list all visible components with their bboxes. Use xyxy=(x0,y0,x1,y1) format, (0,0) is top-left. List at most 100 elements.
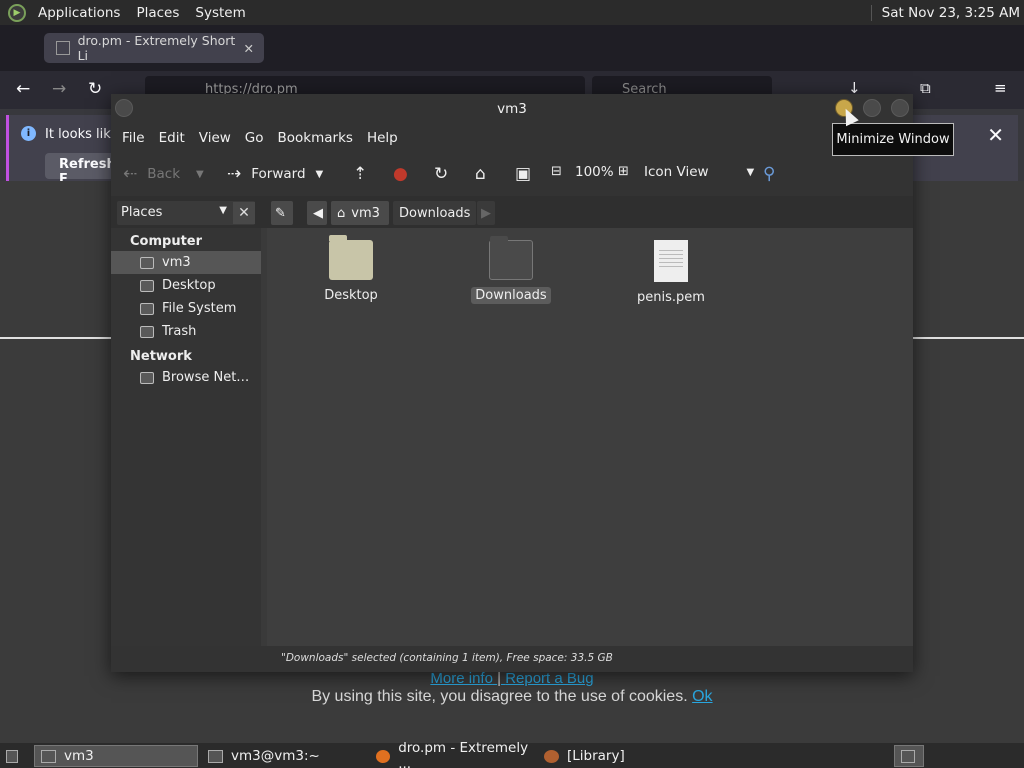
file-item-desktop[interactable]: Desktop xyxy=(306,235,396,303)
chevron-down-icon: ▼ xyxy=(746,166,755,178)
home-button[interactable]: ⌂ xyxy=(475,164,496,184)
menu-go[interactable]: Go xyxy=(238,130,271,146)
edit-location-button[interactable]: ✎ xyxy=(271,201,293,225)
notification-close-icon[interactable]: ✕ xyxy=(987,123,1004,147)
forward-arrow-icon: ⇢ xyxy=(227,164,242,184)
file-item-penis-pem[interactable]: penis.pem xyxy=(626,240,716,305)
desktop-folder-icon xyxy=(140,279,154,292)
sidebar-item-file-system[interactable]: File System xyxy=(111,297,261,320)
reload-icon[interactable]: ↻ xyxy=(88,79,102,99)
maximize-button[interactable] xyxy=(863,99,881,117)
zoom-in-icon: ⊞ xyxy=(618,164,629,179)
task-vm3[interactable]: vm3 xyxy=(34,745,198,767)
top-panel: ▶ Applications Places System Sat Nov 23,… xyxy=(0,0,1024,25)
places-menu[interactable]: Places xyxy=(128,5,187,21)
menu-edit[interactable]: Edit xyxy=(152,130,192,146)
network-icon xyxy=(140,371,154,384)
up-arrow-icon: ⇡ xyxy=(353,164,368,184)
distro-logo-icon[interactable]: ▶ xyxy=(8,3,26,22)
path-scroll-right-button[interactable]: ▶ xyxy=(477,201,495,225)
menu-file[interactable]: File xyxy=(115,130,152,146)
back-arrow-icon: ⇠ xyxy=(123,164,138,184)
file-item-downloads[interactable]: Downloads xyxy=(466,236,556,304)
workspace-icon xyxy=(901,749,915,763)
browser-tab[interactable]: dro.pm - Extremely Short Li ✕ xyxy=(44,33,264,63)
report-bug-link[interactable]: Report a Bug xyxy=(505,670,593,687)
back-button[interactable]: ⇠ Back ▼ xyxy=(123,164,204,184)
task-firefox[interactable]: dro.pm - Extremely ... xyxy=(370,740,536,768)
firefox-icon xyxy=(376,749,391,763)
zoom-out-button[interactable]: ⊟ xyxy=(551,164,572,179)
browser-tabbar: dro.pm - Extremely Short Li ✕ xyxy=(0,25,1024,71)
up-button[interactable]: ⇡ xyxy=(353,164,377,184)
menu-bar: File Edit View Go Bookmarks Help xyxy=(111,124,913,152)
computer-button[interactable]: ▣ xyxy=(515,164,541,184)
search-button[interactable]: ⚲ xyxy=(763,164,785,184)
view-mode-select[interactable]: Icon View ▼ xyxy=(644,164,754,180)
system-menu[interactable]: System xyxy=(187,5,253,21)
home-folder-icon: ⌂ xyxy=(475,164,486,184)
sidebar-item-browse-network[interactable]: Browse Net… xyxy=(111,366,261,389)
stop-button[interactable]: ● xyxy=(393,164,418,184)
file-manager-window: vm3 File Edit View Go Bookmarks Help ⇠ B… xyxy=(111,94,913,672)
menu-help[interactable]: Help xyxy=(360,130,405,146)
zoom-in-button[interactable]: ⊞ xyxy=(618,164,639,179)
hamburger-menu-icon[interactable]: ≡ xyxy=(994,79,1007,97)
cookie-ok-link[interactable]: Ok xyxy=(692,688,712,705)
home-folder-icon: ⌂ xyxy=(337,205,346,221)
home-folder-icon xyxy=(41,749,56,763)
clock[interactable]: Sat Nov 23, 3:25 AM xyxy=(882,5,1024,21)
reload-icon: ↻ xyxy=(434,164,449,184)
workspace-switcher[interactable] xyxy=(894,745,924,767)
show-desktop-button[interactable] xyxy=(0,745,26,767)
cookie-text: By using this site, you disagree to the … xyxy=(311,688,688,705)
sidebar-close-icon[interactable]: ✕ xyxy=(233,202,255,224)
reload-button[interactable]: ↻ xyxy=(434,164,458,184)
zoom-out-icon: ⊟ xyxy=(551,164,562,179)
toolbar: ⇠ Back ▼ ⇢ Forward ▼ ⇡ ● ↻ ⌂ ▣ ⊟ 100% ⊞ … xyxy=(111,152,913,196)
sidebar-item-vm3[interactable]: vm3 xyxy=(111,251,261,274)
window-title: vm3 xyxy=(497,101,527,117)
close-button[interactable] xyxy=(891,99,909,117)
path-scroll-left-button[interactable]: ◀ xyxy=(307,201,327,225)
terminal-icon xyxy=(208,749,223,763)
places-sidebar: Computer vm3 Desktop File System Trash N… xyxy=(111,228,261,646)
sidebar-header-network: Network xyxy=(130,349,192,364)
sidebar-item-desktop[interactable]: Desktop xyxy=(111,274,261,297)
status-bar: "Downloads" selected (containing 1 item)… xyxy=(267,646,913,672)
breadcrumb-downloads[interactable]: Downloads xyxy=(393,201,477,225)
menu-view[interactable]: View xyxy=(192,130,238,146)
breadcrumb-vm3[interactable]: ⌂ vm3 xyxy=(331,201,389,225)
footer-links: More info | Report a Bug xyxy=(0,670,1024,687)
tab-close-icon[interactable]: ✕ xyxy=(244,41,254,56)
task-terminal[interactable]: vm3@vm3:~ xyxy=(202,745,366,767)
tab-title: dro.pm - Extremely Short Li xyxy=(77,33,236,63)
computer-icon: ▣ xyxy=(515,164,532,184)
search-icon: ⚲ xyxy=(763,164,776,184)
cookie-notice: By using this site, you disagree to the … xyxy=(0,688,1024,706)
more-info-link[interactable]: More info xyxy=(430,670,493,687)
back-arrow-icon[interactable]: ← xyxy=(16,79,30,99)
menu-bookmarks[interactable]: Bookmarks xyxy=(271,130,360,146)
forward-button[interactable]: ⇢ Forward ▼ xyxy=(227,164,323,184)
sidebar-item-trash[interactable]: Trash xyxy=(111,320,261,343)
drive-icon xyxy=(140,302,154,315)
forward-arrow-icon[interactable]: → xyxy=(52,79,66,99)
icon-view[interactable]: Desktop Downloads penis.pem xyxy=(267,228,913,646)
window-titlebar[interactable]: vm3 xyxy=(111,94,913,124)
forward-history-dropdown-icon[interactable]: ▼ xyxy=(316,169,324,180)
folder-icon xyxy=(489,236,533,280)
task-library[interactable]: [Library] xyxy=(538,745,702,767)
minimize-tooltip: Minimize Window xyxy=(832,123,954,156)
extensions-icon[interactable]: ⧉ xyxy=(920,79,931,97)
pencil-icon: ✎ xyxy=(275,205,286,221)
back-history-dropdown-icon[interactable]: ▼ xyxy=(196,169,204,180)
zoom-level: 100% xyxy=(575,164,614,180)
info-icon: i xyxy=(21,126,36,141)
panel-separator xyxy=(870,4,872,21)
window-menu-icon[interactable] xyxy=(115,99,133,117)
sidebar-header-computer: Computer xyxy=(130,234,203,249)
applications-menu[interactable]: Applications xyxy=(30,5,128,21)
chevron-down-icon: ▼ xyxy=(219,205,227,216)
location-bar: Places ▼ ✕ ✎ ◀ ⌂ vm3 Downloads ▶ xyxy=(111,196,913,228)
